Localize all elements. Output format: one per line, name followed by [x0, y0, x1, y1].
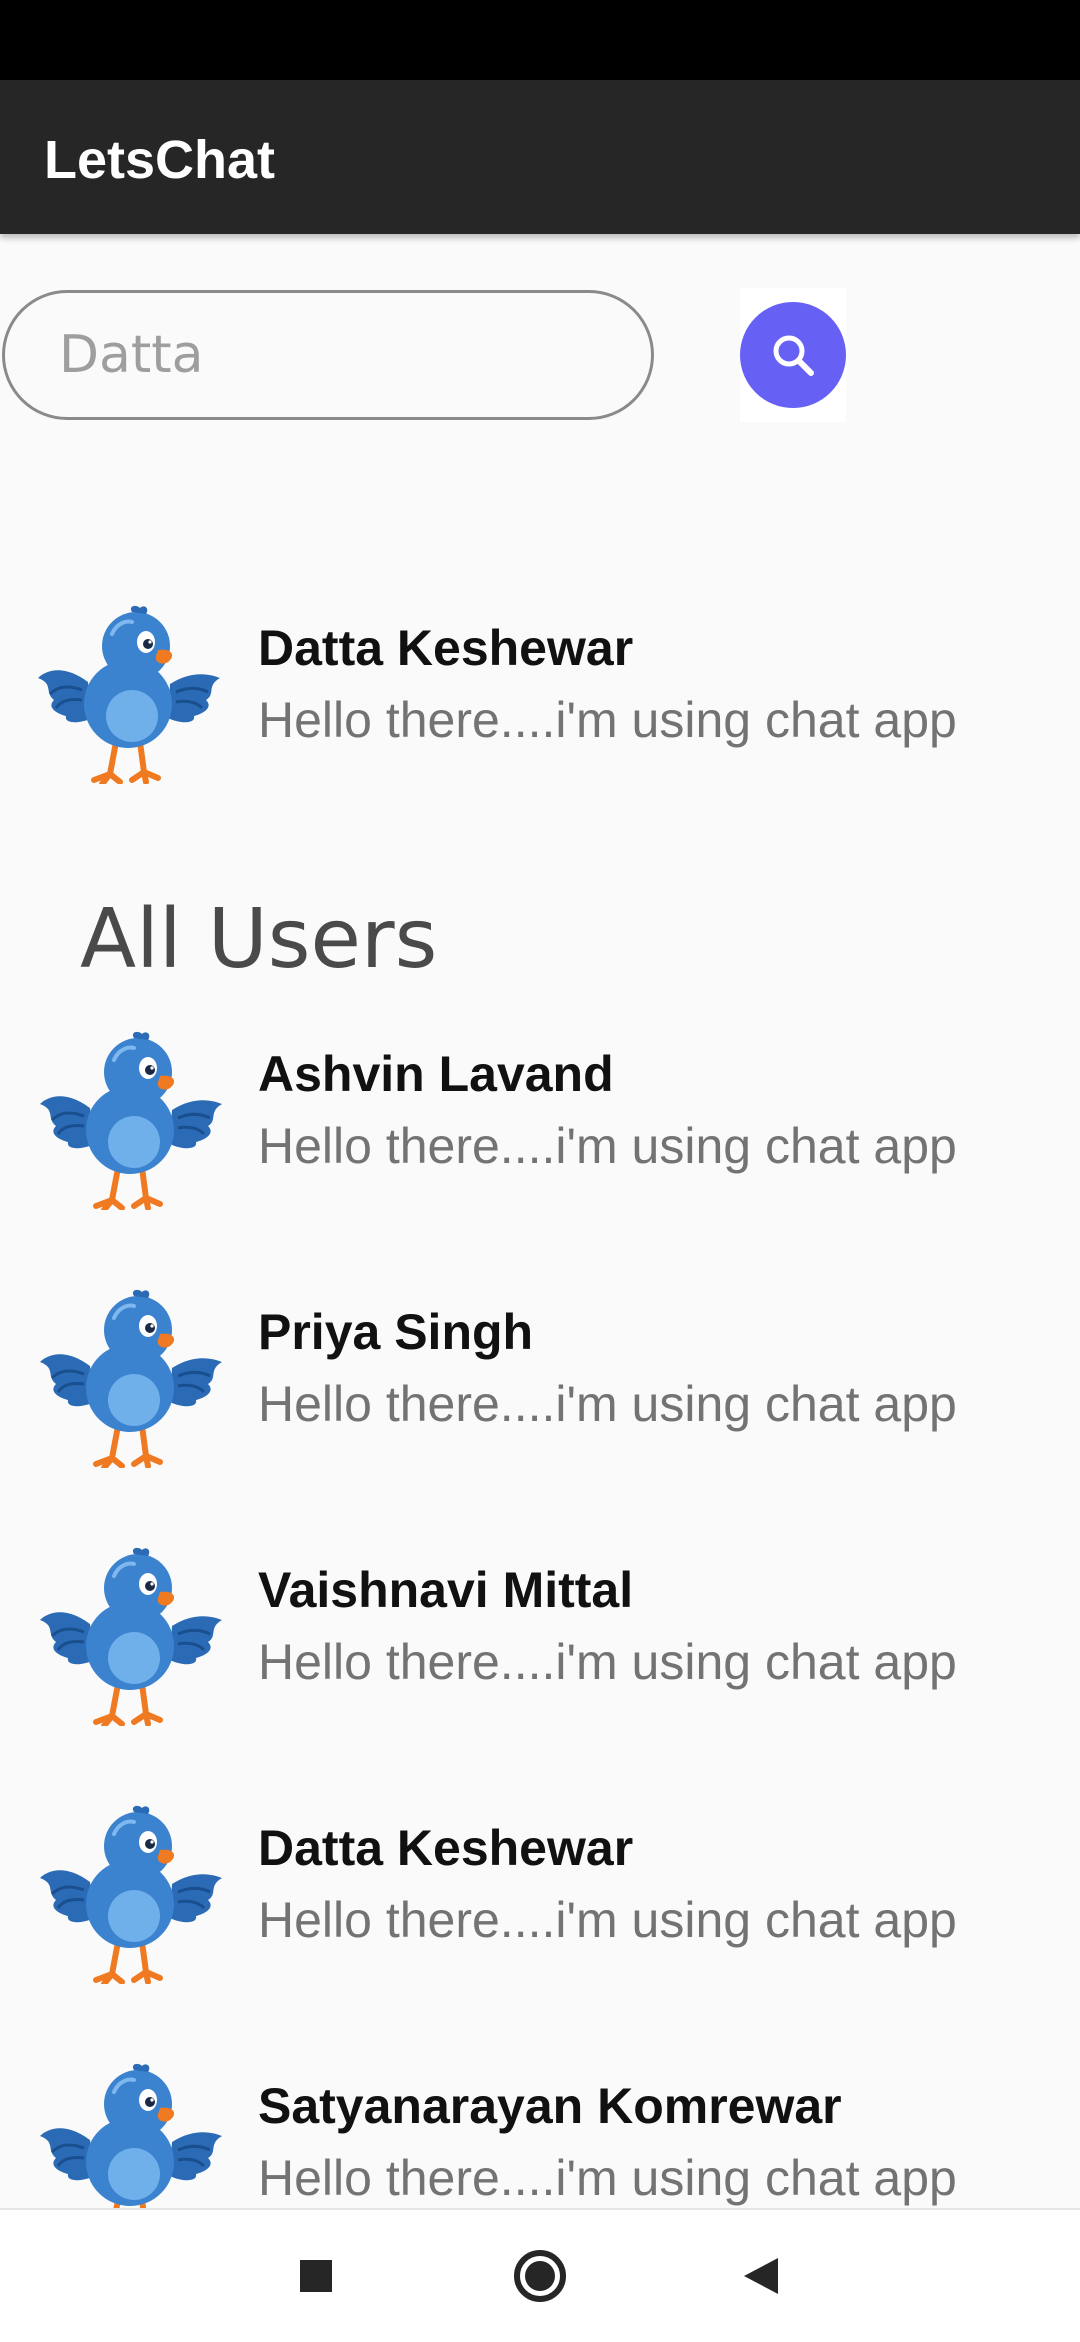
triangle-back-icon [744, 2258, 778, 2294]
search-icon [773, 335, 814, 376]
search-result-item[interactable]: Datta Keshewar Hello there....i'm using … [0, 604, 1080, 794]
user-name: Priya Singh [258, 1304, 534, 1360]
system-navigation-bar [0, 2208, 1080, 2342]
square-icon [300, 2260, 332, 2292]
blue-bird-avatar-icon [38, 2062, 224, 2208]
user-name: Vaishnavi Mittal [258, 1562, 634, 1618]
user-list-item[interactable]: Vaishnavi Mittal Hello there....i'm usin… [0, 1546, 1080, 1736]
user-list-item[interactable]: Priya Singh Hello there....i'm using cha… [0, 1288, 1080, 1478]
status-bar [0, 0, 1080, 80]
search-button[interactable] [740, 302, 846, 408]
blue-bird-avatar-icon [38, 1030, 224, 1210]
app-title: LetsChat [44, 130, 276, 190]
back-button[interactable] [726, 2240, 798, 2312]
search-input[interactable] [2, 290, 654, 420]
user-status: Hello there....i'm using chat app [258, 1118, 957, 1174]
search-button-container [740, 288, 846, 422]
user-status: Hello there....i'm using chat app [258, 2150, 957, 2206]
content-area[interactable]: Datta Keshewar Hello there....i'm using … [0, 234, 1080, 2208]
user-name: Satyanarayan Komrewar [258, 2078, 842, 2134]
user-status: Hello there....i'm using chat app [258, 692, 957, 748]
user-list-item[interactable]: Datta Keshewar Hello there....i'm using … [0, 1804, 1080, 1994]
all-users-heading: All Users [80, 892, 438, 987]
home-button[interactable] [504, 2240, 576, 2312]
user-name: Ashvin Lavand [258, 1046, 614, 1102]
blue-bird-avatar-icon [38, 1804, 224, 1984]
user-status: Hello there....i'm using chat app [258, 1376, 957, 1432]
user-name: Datta Keshewar [258, 620, 634, 676]
user-list-item[interactable]: Satyanarayan Komrewar Hello there....i'm… [0, 2062, 1080, 2208]
user-list-item[interactable]: Ashvin Lavand Hello there....i'm using c… [0, 1030, 1080, 1220]
app-bar: LetsChat [0, 80, 1080, 234]
user-name: Datta Keshewar [258, 1820, 634, 1876]
blue-bird-avatar-icon [38, 1288, 224, 1468]
user-status: Hello there....i'm using chat app [258, 1892, 957, 1948]
blue-bird-avatar-icon [38, 1546, 224, 1726]
circle-icon [514, 2250, 566, 2302]
user-status: Hello there....i'm using chat app [258, 1634, 957, 1690]
recents-button[interactable] [280, 2240, 352, 2312]
blue-bird-avatar-icon [36, 604, 222, 784]
